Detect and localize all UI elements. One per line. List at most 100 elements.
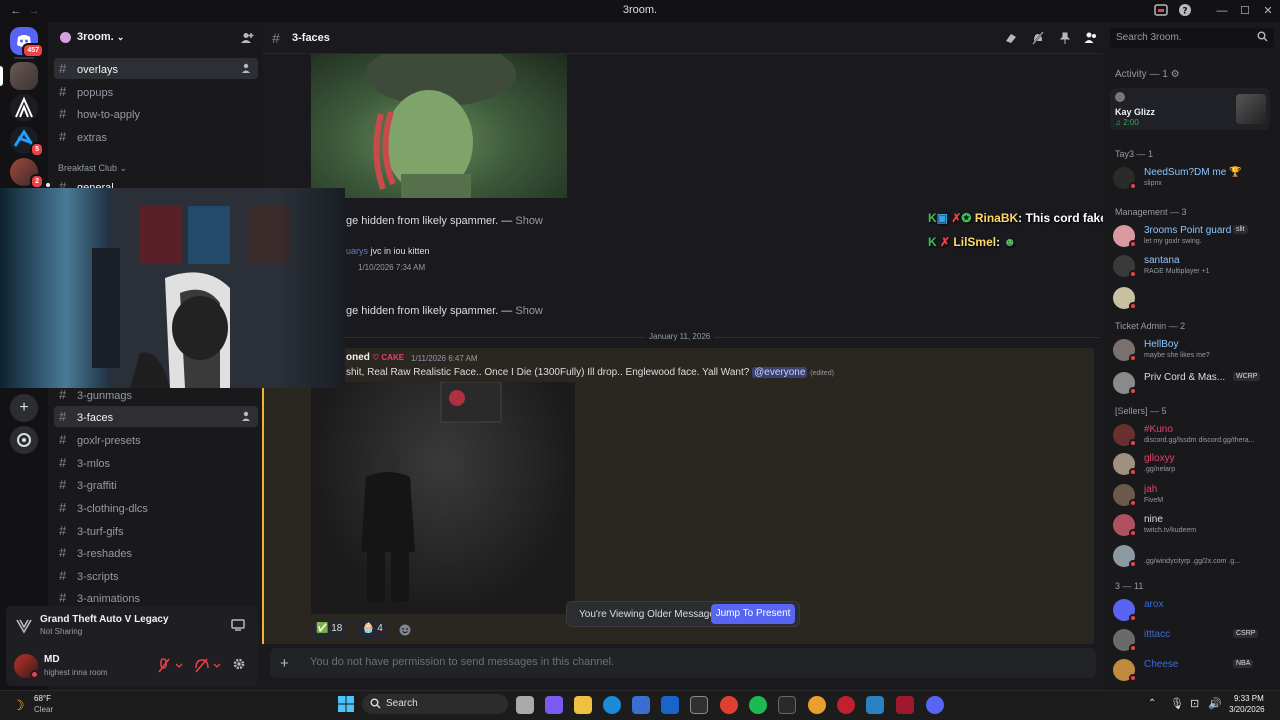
reaction-check[interactable]: ✅ 18 <box>311 620 348 640</box>
member-row[interactable]: itttacc CSRP <box>1113 627 1273 655</box>
network-icon[interactable]: ⊡ <box>1190 697 1199 710</box>
opera-icon[interactable] <box>837 696 855 714</box>
message-image-portrait[interactable] <box>311 54 567 198</box>
member-row[interactable]: santana RAGE Multiplayer +1 <box>1113 253 1273 281</box>
xbox-icon[interactable] <box>778 696 796 714</box>
channel-3-turf-gifs[interactable]: #3-turf-gifs <box>54 520 258 541</box>
add-server-icon[interactable]: + <box>10 394 38 422</box>
add-member-icon[interactable] <box>241 406 252 427</box>
file-explorer-icon[interactable] <box>574 696 592 714</box>
message-composer[interactable]: You do not have permission to send messa… <box>270 648 1096 678</box>
channel-3-scripts[interactable]: #3-scripts <box>54 565 258 586</box>
discord-taskbar-icon[interactable] <box>926 696 944 714</box>
steam-icon[interactable] <box>690 696 708 714</box>
member-row[interactable]: #Kuno discord.gg/lssdm discord.gg/thera..… <box>1113 422 1273 450</box>
category-breakfast-club[interactable]: Breakfast Club ⌄ <box>58 163 127 174</box>
windows-start-icon[interactable] <box>337 695 355 713</box>
channel-how-to-apply[interactable]: # how-to-apply <box>54 103 258 124</box>
channel-overlays[interactable]: # overlays <box>54 58 258 79</box>
help-icon[interactable]: ? <box>1178 3 1194 19</box>
server-icon-red[interactable]: 2 <box>10 158 44 189</box>
member-group-header: Ticket Admin — 2 <box>1115 321 1186 331</box>
user-status-text: highest inna room <box>44 668 108 677</box>
member-name: 3rooms Point guard <box>1144 225 1232 236</box>
channel-3-mlos[interactable]: #3-mlos <box>54 452 258 473</box>
reply-preview[interactable]: uarys jvc in iou kitten <box>346 246 430 256</box>
weather-icon[interactable]: ☽ <box>12 697 25 714</box>
app-icon[interactable] <box>866 696 884 714</box>
screen-share-icon[interactable] <box>231 618 245 632</box>
search-input[interactable]: Search 3room. <box>1110 28 1274 48</box>
everyone-mention[interactable]: @everyone <box>752 367 808 378</box>
channel-3-clothing-dlcs[interactable]: #3-clothing-dlcs <box>54 497 258 518</box>
volume-icon[interactable]: 🔊 <box>1208 697 1222 710</box>
search-icon <box>1257 31 1268 42</box>
mute-mic-icon[interactable] <box>156 658 186 674</box>
gear-icon[interactable]: ⚙ <box>1171 69 1180 80</box>
channel-popups[interactable]: # popups <box>54 81 258 102</box>
inbox-icon[interactable] <box>1154 3 1170 19</box>
channel-extras[interactable]: # extras <box>54 126 258 147</box>
mic-icon[interactable]: 🎙 <box>1170 697 1184 710</box>
member-row[interactable]: 3rooms Point guard slit let my goxlr swing… <box>1113 223 1273 251</box>
maximize-button[interactable]: ☐ <box>1237 3 1253 19</box>
store-icon[interactable] <box>632 696 650 714</box>
add-reaction-icon[interactable] <box>398 623 412 637</box>
server-name-header[interactable]: 3room. ⌄ <box>77 31 124 43</box>
task-view-icon[interactable] <box>516 696 534 714</box>
member-list-icon[interactable] <box>1084 31 1098 45</box>
threads-icon[interactable] <box>1004 31 1018 45</box>
channel-3-faces[interactable]: #3-faces <box>54 406 258 427</box>
home-button[interactable]: 457 <box>10 27 44 58</box>
member-row[interactable] <box>1113 285 1273 313</box>
member-row[interactable]: HellBoy maybe she likes me? <box>1113 337 1273 365</box>
channel-3-reshades[interactable]: #3-reshades <box>54 542 258 563</box>
member-row[interactable]: arox <box>1113 597 1273 625</box>
member-row[interactable]: .gg/windycityrp .gg/2x.com .g... <box>1113 543 1273 571</box>
minimize-button[interactable]: — <box>1214 3 1230 19</box>
older-messages-notice: You're Viewing Older Messages <box>579 609 720 620</box>
channel-3-graffiti[interactable]: #3-graffiti <box>54 474 258 495</box>
taskbar-search[interactable]: Search <box>362 694 508 714</box>
message-image-character[interactable] <box>311 382 575 614</box>
window-titlebar: ← → 3room. ? — ☐ ✕ <box>0 0 1280 22</box>
pin-icon[interactable] <box>1058 31 1072 45</box>
server-icon-a[interactable] <box>10 94 38 122</box>
activity-panel[interactable]: Grand Theft Auto V Legacy Not Sharing <box>6 606 258 646</box>
member-row[interactable]: NeedSum?DM me 🏆 slipnx <box>1113 165 1273 193</box>
server-icon-3room[interactable] <box>10 62 38 90</box>
weather-desc: Clear <box>34 705 54 714</box>
add-member-icon[interactable] <box>241 58 252 79</box>
member-row[interactable]: glloxyy .gg/nelarp <box>1113 451 1273 479</box>
member-row[interactable]: Cheese NBA <box>1113 657 1273 685</box>
deafen-icon[interactable] <box>194 658 224 674</box>
tray-chevron-icon[interactable]: ⌃ <box>1148 698 1156 709</box>
mute-channel-icon[interactable] <box>1031 31 1045 45</box>
channel-3-animations[interactable]: #3-animations <box>54 587 258 608</box>
hash-icon: # <box>59 432 67 447</box>
mail-icon[interactable] <box>661 696 679 714</box>
discover-icon[interactable] <box>10 426 38 454</box>
member-row[interactable]: jah FiveM <box>1113 482 1273 510</box>
chrome-icon[interactable] <box>720 696 738 714</box>
app-icon[interactable] <box>808 696 826 714</box>
attach-plus-icon[interactable]: + <box>280 655 289 672</box>
server-icon-blue[interactable]: 5 <box>10 126 44 157</box>
settings-gear-icon[interactable] <box>232 657 246 671</box>
close-button[interactable]: ✕ <box>1260 3 1276 19</box>
invite-people-icon[interactable] <box>240 31 254 45</box>
copilot-icon[interactable] <box>545 696 563 714</box>
show-link[interactable]: Show <box>515 215 543 227</box>
status-dot <box>30 670 39 679</box>
activity-card[interactable]: Kay Glizz ♫ 2:00 <box>1110 88 1270 130</box>
show-link[interactable]: Show <box>515 305 543 317</box>
channel-goxlr-presets[interactable]: # goxlr-presets <box>54 429 258 450</box>
spotify-icon[interactable] <box>749 696 767 714</box>
app-icon[interactable] <box>896 696 914 714</box>
member-row[interactable]: nine twitch.tv/kudeem <box>1113 512 1273 540</box>
message-author[interactable]: oned <box>346 352 370 363</box>
reaction-cupcake[interactable]: 🧁 4 <box>357 620 388 640</box>
member-row[interactable]: Priv Cord & Mas... WCRP <box>1113 370 1273 398</box>
jump-to-present-button[interactable]: Jump To Present <box>711 604 795 624</box>
edge-icon[interactable] <box>603 696 621 714</box>
